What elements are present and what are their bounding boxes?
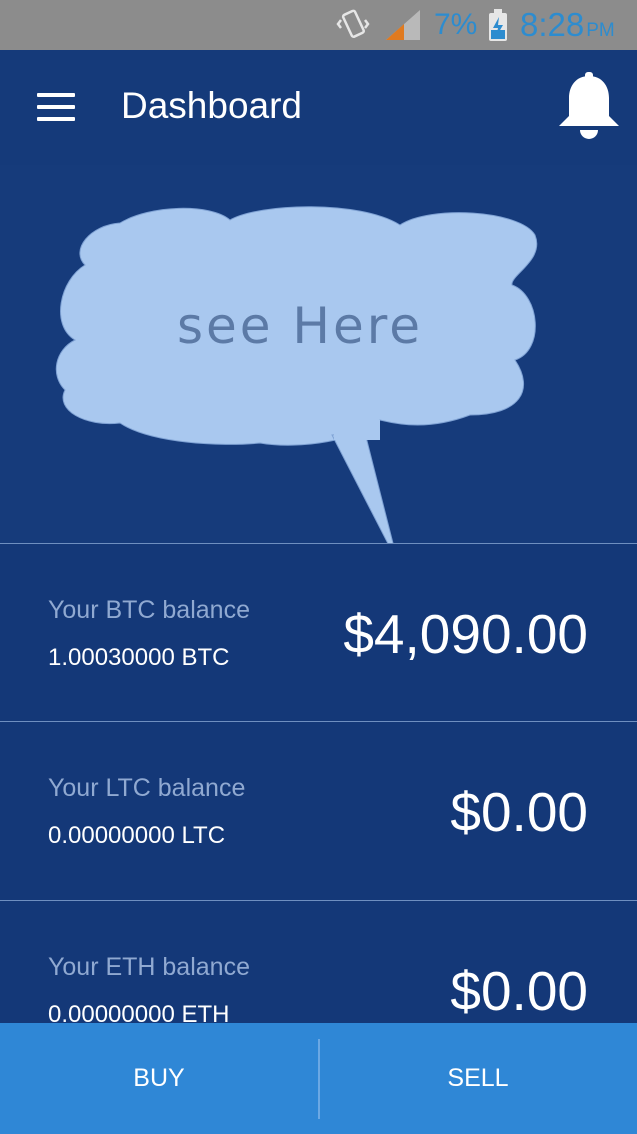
battery-charging-icon: [489, 9, 507, 41]
balance-usd-value: $0.00: [450, 781, 588, 843]
status-bar: 7% 8:28 PM: [0, 0, 637, 50]
balance-crypto-amount: 0.00000000 LTC: [48, 822, 226, 849]
balance-row-ltc[interactable]: Your LTC balance 0.00000000 LTC $0.00: [0, 721, 637, 900]
battery-percentage: 7%: [434, 8, 478, 41]
balance-usd-value: $0.00: [450, 960, 588, 1022]
clock-ampm: PM: [586, 20, 615, 41]
app-bar: Dashboard: [0, 50, 637, 165]
balance-usd-value: $4,090.00: [343, 603, 588, 665]
clock-time: 8:28: [520, 6, 585, 43]
speech-bubble: [55, 206, 538, 564]
buy-button[interactable]: BUY: [0, 1023, 318, 1134]
balance-label: Your ETH balance: [48, 953, 250, 981]
sell-button[interactable]: SELL: [319, 1023, 637, 1134]
clock: 8:28 PM: [520, 6, 615, 44]
signal-icon: [386, 10, 420, 40]
balance-label: Your LTC balance: [48, 774, 246, 802]
balance-label: Your BTC balance: [48, 596, 250, 624]
vibrate-icon: [336, 9, 370, 39]
tooltip-text: see Here: [176, 297, 424, 355]
menu-icon[interactable]: [37, 93, 75, 121]
page-title: Dashboard: [121, 85, 303, 126]
balance-crypto-amount: 1.00030000 BTC: [48, 644, 230, 671]
bottom-action-bar: BUY SELL: [0, 1023, 637, 1134]
balance-row-btc[interactable]: Your BTC balance 1.00030000 BTC $4,090.0…: [0, 543, 637, 722]
notifications-bell-icon[interactable]: [556, 72, 622, 140]
